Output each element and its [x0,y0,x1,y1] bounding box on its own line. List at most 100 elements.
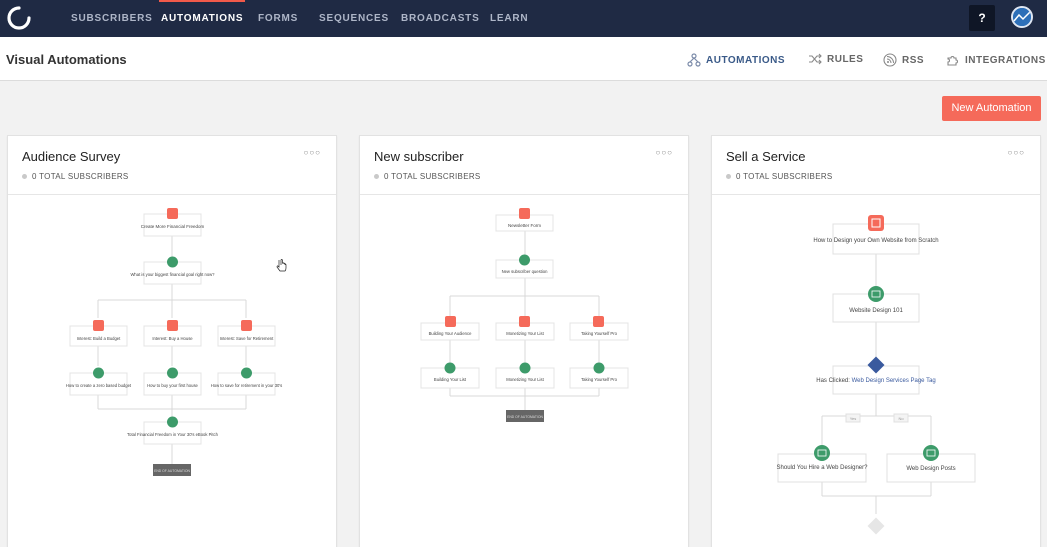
automation-card[interactable]: New subscriber 0 TOTAL SUBSCRIBERS ○○○ N… [359,135,689,547]
nav-forms[interactable]: FORMS [258,0,298,37]
form-trigger-node[interactable]: How to Design your Own Website from Scra… [813,215,939,255]
status-dot-icon [726,174,731,179]
nav-broadcasts[interactable]: BROADCASTS [401,0,480,37]
email-node[interactable]: Taking Yourself Pro [569,362,629,389]
automation-card[interactable]: Audience Survey 0 TOTAL SUBSCRIBERS ○○○ … [7,135,337,547]
card-menu-icon[interactable]: ○○○ [304,148,322,157]
question-node-label: What is your biggest financial goal righ… [130,272,215,277]
branch-node[interactable]: Monetizing Your List [495,316,555,341]
condition-tag-link[interactable]: Web Design Services Page Tag [852,378,936,384]
automation-flow-diagram: How to Design your Own Website from Scra… [777,215,976,535]
condition-prefix: Has Clicked: [816,378,850,384]
card-title[interactable]: Audience Survey [22,149,120,164]
card-title[interactable]: Sell a Service [726,149,805,164]
top-navigation: SUBSCRIBERS AUTOMATIONS FORMS SEQUENCES … [0,0,1047,37]
branch-node[interactable]: Interest: Build a Budget [69,320,128,347]
no-branch-label: No [893,413,909,423]
page-title: Visual Automations [6,52,127,67]
email-node-label: Total Financial Freedom in Your 30's eBo… [127,432,219,437]
subnav-automations-label: AUTOMATIONS [706,54,786,66]
card-subscriber-count: 0 TOTAL SUBSCRIBERS [374,172,481,181]
puzzle-icon [947,56,958,66]
nav-learn[interactable]: LEARN [490,0,528,37]
help-button[interactable]: ? [969,5,995,31]
convertkit-logo-icon[interactable] [6,5,32,31]
card-header: New subscriber 0 TOTAL SUBSCRIBERS ○○○ [360,136,688,195]
automation-flow-diagram: Newsletter Form New subscriber question … [420,208,629,422]
email-node[interactable]: Website Design 101 [832,286,920,323]
email-node[interactable]: Monetizing Your List [495,362,555,389]
automation-card[interactable]: Sell a Service 0 TOTAL SUBSCRIBERS ○○○ H… [711,135,1041,547]
form-trigger-node[interactable]: Create More Financial Freedom [141,208,205,237]
status-dot-icon [374,174,379,179]
email-node-label: How to create a zero based budget [66,383,132,388]
no-label: No [898,416,904,421]
subnav-integrations-label: INTEGRATIONS [965,54,1046,66]
automation-flow-diagram: Create More Financial Freedom What is yo… [66,208,283,476]
branch-node[interactable]: Interest: Save for Retirement [217,320,276,347]
card-subscriber-count: 0 TOTAL SUBSCRIBERS [22,172,129,181]
card-subscriber-count: 0 TOTAL SUBSCRIBERS [726,172,833,181]
question-node[interactable]: New subscriber question [495,254,554,279]
page-header: Visual Automations AUTOMATIONS RULES RSS… [0,37,1047,81]
subnav-automations[interactable]: AUTOMATIONS [687,53,785,67]
yes-label: Yes [850,416,857,421]
email-node-label: Taking Yourself Pro [581,377,618,382]
email-node[interactable]: How to buy your first house [143,367,202,396]
email-node[interactable]: Building Your List [420,362,480,389]
shuffle-icon [809,53,822,65]
email-node[interactable]: How to create a zero based budget [66,367,132,396]
email-node[interactable]: Total Financial Freedom in Your 30's eBo… [127,416,219,445]
status-dot-icon [22,174,27,179]
email-node-label: How to save for retirement in your 30's [211,383,283,388]
branch-node[interactable]: Building Your Audience [420,316,480,341]
yes-branch-label: Yes [845,413,861,423]
svg-text:Has Clicked: Web Design Servic: Has Clicked: Web Design Services Page Ta… [816,378,936,384]
card-header: Sell a Service 0 TOTAL SUBSCRIBERS ○○○ [712,136,1040,195]
form-node-label: How to Design your Own Website from Scra… [813,238,938,244]
form-trigger-node[interactable]: Newsletter Form [495,208,554,232]
nav-subscribers[interactable]: SUBSCRIBERS [71,0,153,37]
subscriber-count-label: 0 TOTAL SUBSCRIBERS [384,172,481,181]
card-menu-icon[interactable]: ○○○ [656,148,674,157]
email-node-label: Monetizing Your List [506,377,544,382]
branch-node-label: Taking Yourself Pro [581,331,618,336]
email-node-label: Should You Hire a Web Designer? [777,465,869,471]
email-node[interactable]: How to save for retirement in your 30's [211,367,283,396]
email-node-label: Web Design Posts [906,466,955,472]
faded-condition-node [867,517,885,535]
automation-tree-icon [687,53,701,67]
branch-node[interactable]: Taking Yourself Pro [569,316,629,341]
branch-node-label: Interest: Buy a House [152,336,193,341]
question-node[interactable]: What is your biggest financial goal righ… [130,256,215,285]
end-node-label: END OF AUTOMATION [507,415,543,419]
form-node-label: Create More Financial Freedom [141,224,205,229]
form-node-label: Newsletter Form [508,223,541,228]
subnav-integrations[interactable]: INTEGRATIONS [946,53,1046,67]
branch-node[interactable]: Interest: Buy a House [143,320,202,347]
branch-node-label: Interest: Save for Retirement [220,336,274,341]
user-avatar[interactable] [1011,6,1033,28]
branch-node-label: Building Your Audience [429,331,473,336]
end-of-automation-node: END OF AUTOMATION [153,464,191,476]
subnav-rules[interactable]: RULES [808,53,863,65]
subnav-rules-label: RULES [827,53,864,65]
nav-automations[interactable]: AUTOMATIONS [158,0,246,37]
condition-node[interactable]: Has Clicked: Web Design Services Page Ta… [816,356,936,395]
subnav-rss[interactable]: RSS [883,53,924,67]
rss-icon [883,53,897,67]
email-node[interactable]: Should You Hire a Web Designer? [777,445,869,483]
email-node-label: How to buy your first house [147,383,198,388]
subscriber-count-label: 0 TOTAL SUBSCRIBERS [32,172,129,181]
card-menu-icon[interactable]: ○○○ [1008,148,1026,157]
email-node[interactable]: Web Design Posts [886,445,976,483]
end-of-automation-node: END OF AUTOMATION [506,410,544,422]
card-header: Audience Survey 0 TOTAL SUBSCRIBERS ○○○ [8,136,336,195]
new-automation-button[interactable]: New Automation [942,96,1041,121]
end-node-label: END OF AUTOMATION [154,469,190,473]
mouse-pointer-icon [276,259,287,272]
card-title[interactable]: New subscriber [374,149,464,164]
email-node-label: Building Your List [434,377,467,382]
branch-node-label: Monetizing Your List [506,331,544,336]
nav-sequences[interactable]: SEQUENCES [319,0,389,37]
